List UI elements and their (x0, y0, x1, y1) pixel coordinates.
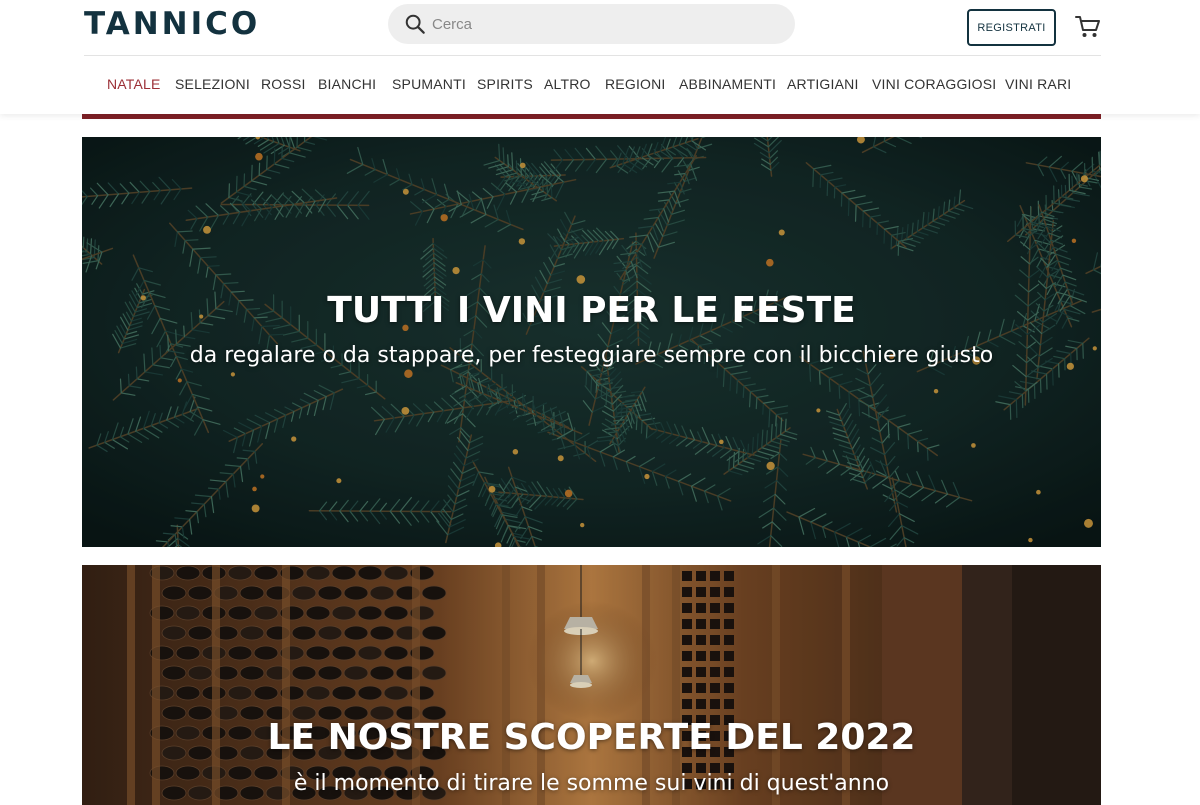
search-bar[interactable] (388, 4, 795, 44)
nav-item-vini-coraggiosi[interactable]: VINI CORAGGIOSI (872, 76, 996, 92)
banner-subtitle: è il momento di tirare le somme sui vini… (82, 771, 1101, 796)
nav-item-selezioni[interactable]: SELEZIONI (175, 76, 250, 92)
nav-item-bianchi[interactable]: BIANCHI (318, 76, 376, 92)
banner-title: LE NOSTRE SCOPERTE DEL 2022 (82, 717, 1101, 758)
nav-item-artigiani[interactable]: ARTIGIANI (787, 76, 859, 92)
nav-item-abbinamenti[interactable]: ABBINAMENTI (679, 76, 776, 92)
nav-item-spumanti[interactable]: SPUMANTI (392, 76, 466, 92)
nav-item-spirits[interactable]: SPIRITS (477, 76, 533, 92)
site-header: TANNICO REGISTRATI NATALE SELEZIONI ROSS… (0, 0, 1200, 114)
wine-cellar-image (82, 565, 1101, 805)
nav-item-altro[interactable]: ALTRO (544, 76, 591, 92)
discoveries-2022-banner[interactable]: LE NOSTRE SCOPERTE DEL 2022 è il momento… (82, 565, 1101, 805)
nav-item-regioni[interactable]: REGIONI (605, 76, 666, 92)
nav-item-vini-rari[interactable]: VINI RARI (1005, 76, 1071, 92)
nav-item-natale[interactable]: NATALE (107, 76, 161, 92)
fir-branches-image (82, 137, 1101, 547)
previous-banner-edge (82, 114, 1101, 119)
banner-title: TUTTI I VINI PER LE FESTE (82, 290, 1101, 331)
banner-subtitle: da regalare o da stappare, per festeggia… (82, 343, 1101, 368)
register-button[interactable]: REGISTRATI (967, 9, 1056, 46)
nav-item-rossi[interactable]: ROSSI (261, 76, 306, 92)
main-nav: NATALE SELEZIONI ROSSI BIANCHI SPUMANTI … (0, 56, 1200, 114)
cart-icon[interactable] (1074, 12, 1102, 40)
search-icon[interactable] (404, 13, 426, 35)
festive-wines-banner[interactable]: TUTTI I VINI PER LE FESTE da regalare o … (82, 137, 1101, 547)
tannico-logo[interactable]: TANNICO (84, 6, 260, 42)
search-input[interactable] (432, 4, 772, 44)
